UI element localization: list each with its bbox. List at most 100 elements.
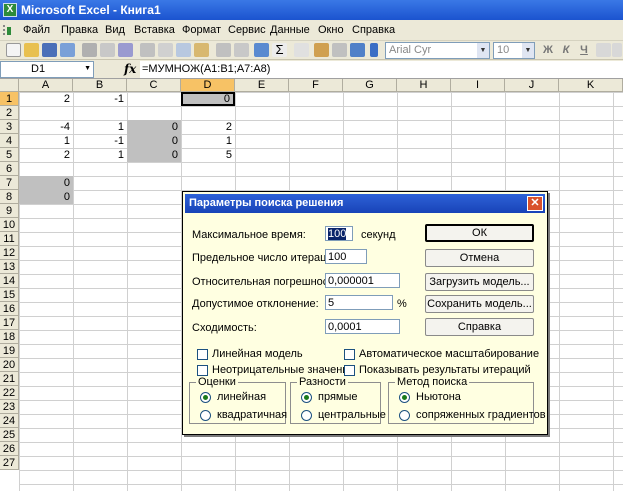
- cell-c4[interactable]: 0: [127, 134, 181, 148]
- insert-function-icon[interactable]: fx: [124, 62, 136, 76]
- search-conjugate-radio[interactable]: [399, 410, 410, 421]
- dialog-title[interactable]: Параметры поиска решения: [185, 194, 545, 213]
- load-model-button[interactable]: Загрузить модель...: [425, 273, 534, 291]
- zoom-icon[interactable]: [332, 43, 347, 57]
- menu-file[interactable]: Файл: [23, 24, 50, 36]
- row-header-8[interactable]: 8: [0, 190, 19, 204]
- cancel-button[interactable]: Отмена: [425, 249, 534, 267]
- autosum-icon[interactable]: Σ: [272, 43, 287, 57]
- column-header-b[interactable]: B: [73, 79, 127, 92]
- cell-b5[interactable]: 1: [73, 148, 127, 162]
- row-header-6[interactable]: 6: [0, 162, 19, 176]
- chart-wizard-icon[interactable]: [314, 43, 329, 57]
- row-header-5[interactable]: 5: [0, 148, 19, 162]
- column-header-j[interactable]: J: [505, 79, 559, 92]
- row-header-18[interactable]: 18: [0, 330, 19, 344]
- paste-icon[interactable]: [194, 43, 209, 57]
- select-all-corner[interactable]: [0, 79, 19, 92]
- align-left-icon[interactable]: [596, 43, 611, 57]
- formula-input[interactable]: =МУМНОЖ(A1:B1;A7:A8): [140, 61, 623, 78]
- tolerance-input[interactable]: 5: [325, 295, 393, 310]
- estimates-quadratic-radio[interactable]: [200, 410, 211, 421]
- cell-a8[interactable]: 0: [19, 190, 73, 204]
- column-header-d[interactable]: D: [181, 79, 235, 92]
- row-header-1[interactable]: 1: [0, 92, 19, 106]
- save-icon[interactable]: [42, 43, 57, 57]
- cell-d1-selected[interactable]: 0: [181, 92, 235, 106]
- new-icon[interactable]: [6, 43, 21, 57]
- row-header-9[interactable]: 9: [0, 204, 19, 218]
- column-header-c[interactable]: C: [127, 79, 181, 92]
- research-icon[interactable]: [140, 43, 155, 57]
- auto-scale-checkbox[interactable]: [344, 349, 355, 360]
- row-header-21[interactable]: 21: [0, 372, 19, 386]
- cell-a4[interactable]: 1: [19, 134, 73, 148]
- row-header-17[interactable]: 17: [0, 316, 19, 330]
- ok-button[interactable]: ОК: [425, 224, 534, 242]
- close-icon[interactable]: ✕: [527, 196, 543, 211]
- row-header-3[interactable]: 3: [0, 120, 19, 134]
- menu-data[interactable]: Данные: [270, 24, 310, 36]
- italic-button[interactable]: К: [558, 43, 574, 57]
- font-size-combo[interactable]: 10 ▼: [493, 42, 535, 59]
- row-header-25[interactable]: 25: [0, 428, 19, 442]
- column-header-f[interactable]: F: [289, 79, 343, 92]
- row-header-10[interactable]: 10: [0, 218, 19, 232]
- column-header-g[interactable]: G: [343, 79, 397, 92]
- linear-model-checkbox[interactable]: [197, 349, 208, 360]
- cell-a3[interactable]: -4: [19, 120, 73, 134]
- name-box[interactable]: D1 ▼: [0, 61, 94, 78]
- convergence-input[interactable]: 0,0001: [325, 319, 400, 334]
- row-header-26[interactable]: 26: [0, 442, 19, 456]
- derivatives-forward-radio[interactable]: [301, 392, 312, 403]
- cell-b4[interactable]: -1: [73, 134, 127, 148]
- max-time-input[interactable]: 100: [325, 226, 353, 241]
- row-header-2[interactable]: 2: [0, 106, 19, 120]
- row-header-7[interactable]: 7: [0, 176, 19, 190]
- toolbar-options-icon[interactable]: [370, 43, 378, 57]
- row-header-24[interactable]: 24: [0, 414, 19, 428]
- row-header-14[interactable]: 14: [0, 274, 19, 288]
- non-negative-checkbox[interactable]: [197, 365, 208, 376]
- sort-icon[interactable]: [294, 43, 309, 57]
- bold-button[interactable]: Ж: [540, 43, 556, 57]
- estimates-linear-radio[interactable]: [200, 392, 211, 403]
- menu-view[interactable]: Вид: [105, 24, 125, 36]
- menu-tools[interactable]: Сервис: [228, 24, 266, 36]
- cell-b1[interactable]: -1: [73, 92, 127, 106]
- row-header-4[interactable]: 4: [0, 134, 19, 148]
- row-header-13[interactable]: 13: [0, 260, 19, 274]
- cell-d3[interactable]: 2: [181, 120, 235, 134]
- search-newton-radio[interactable]: [399, 392, 410, 403]
- align-center-icon[interactable]: [612, 43, 622, 57]
- cell-c3[interactable]: 0: [127, 120, 181, 134]
- permission-icon[interactable]: [60, 43, 75, 57]
- cell-a7[interactable]: 0: [19, 176, 73, 190]
- row-header-27[interactable]: 27: [0, 456, 19, 470]
- precision-input[interactable]: 0,000001: [325, 273, 400, 288]
- chevron-down-icon[interactable]: ▼: [84, 65, 91, 72]
- show-iterations-checkbox[interactable]: [344, 365, 355, 376]
- row-header-16[interactable]: 16: [0, 302, 19, 316]
- cell-a5[interactable]: 2: [19, 148, 73, 162]
- print-icon[interactable]: [82, 43, 97, 57]
- save-model-button[interactable]: Сохранить модель...: [425, 295, 534, 313]
- underline-button[interactable]: Ч: [576, 43, 592, 57]
- font-name-combo[interactable]: Arial Cyr ▼: [385, 42, 490, 59]
- column-header-e[interactable]: E: [235, 79, 289, 92]
- copy-icon[interactable]: [176, 43, 191, 57]
- column-header-i[interactable]: I: [451, 79, 505, 92]
- cell-d4[interactable]: 1: [181, 134, 235, 148]
- print-preview-icon[interactable]: [100, 43, 115, 57]
- row-header-19[interactable]: 19: [0, 344, 19, 358]
- undo-icon[interactable]: [216, 43, 231, 57]
- spelling-icon[interactable]: [118, 43, 133, 57]
- cut-icon[interactable]: [158, 43, 173, 57]
- cell-b3[interactable]: 1: [73, 120, 127, 134]
- row-header-22[interactable]: 22: [0, 386, 19, 400]
- menu-edit[interactable]: Правка: [61, 24, 98, 36]
- menu-window[interactable]: Окно: [318, 24, 344, 36]
- chevron-down-icon[interactable]: ▼: [477, 43, 489, 58]
- row-header-15[interactable]: 15: [0, 288, 19, 302]
- column-header-k[interactable]: K: [559, 79, 623, 92]
